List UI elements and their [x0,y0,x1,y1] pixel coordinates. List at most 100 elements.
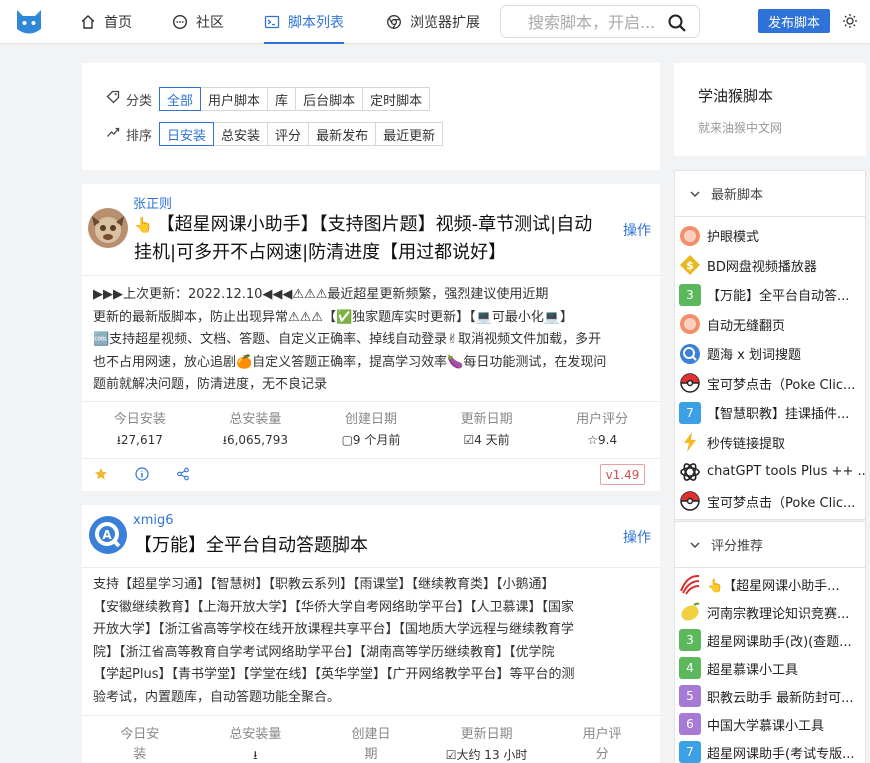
stat-rating: 用户评分 ☆9.4 [544,410,660,450]
sidebar-item-label: chatGPT tools Plus ++ ... [707,464,865,480]
sort-chip-daily-installs[interactable]: 日安装 [159,122,215,146]
sort-chip-total-installs[interactable]: 总安装 [213,122,269,146]
nav-community[interactable]: 社区 [172,0,224,44]
site-banner-subtitle: 就来油猴中文网 [698,121,783,135]
latest-scripts-heading: 最新脚本 [711,188,764,203]
sidebar-item-rated[interactable]: 3 超星网课助手(改)(查题... [675,626,865,654]
share-icon[interactable] [176,467,190,485]
script-title-link[interactable]: 👆 【超星网课小助手】【支持图片题】视频-章节测试|自动挂机|可多开不占网速|防清… [134,211,606,267]
stat-value: ☑大约 13 小时 [445,748,528,762]
info-icon[interactable] [135,467,149,485]
category-chip-library[interactable]: 库 [267,87,297,111]
sidebar-item-label: 职教云助手 最新防封可... [707,690,854,706]
sidebar-item-latest[interactable]: 护眼模式 [675,221,865,251]
category-chip-all[interactable]: 全部 [159,87,202,111]
rated-scripts-header[interactable]: 评分推荐 [675,522,865,568]
number-badge-icon: 7 [679,741,701,763]
script-card: 张正则 👆 【超星网课小助手】【支持图片题】视频-章节测试|自动挂机|可多开不占网… [82,184,660,491]
chevron-down-icon [689,539,701,551]
pointing-hand-icon: 👆 [134,216,153,234]
sidebar-item-label: 题海 x 划词搜题 [707,348,801,364]
rated-scripts-heading: 评分推荐 [711,539,764,554]
search-box[interactable] [500,5,700,38]
description-line: 更新的最新版脚本，防止出现异常⚠⚠⚠【✅独家题库实时更新】【💻可最小化💻】 [93,309,574,325]
sidebar-item-latest[interactable]: 自动无缝翻页 [675,310,865,340]
category-chip-userscript[interactable]: 用户脚本 [200,87,269,111]
stat-label: 今日安装 [113,412,166,427]
author-avatar-image [88,208,128,248]
script-title: 【超星网课小助手】【支持图片题】视频-章节测试|自动挂机|可多开不占网速|防清进… [134,214,593,263]
site-logo[interactable] [14,7,44,41]
sidebar-item-rated[interactable]: 河南宗教理论知识竞赛... [675,598,865,626]
category-filter-row: 分类 全部 用户脚本 库 后台脚本 定时脚本 [106,87,431,111]
stat-label: 用户评分 [576,412,629,427]
sort-chip-rating[interactable]: 评分 [267,122,310,146]
script-card: xmig6 A 【万能】全平台自动答题脚本 操作 支持【超星学习通】【智慧树】【… [82,505,660,763]
trend-up-icon [106,125,120,143]
sidebar-item-label: 秒传链接提取 [707,436,786,452]
sidebar-item-rated[interactable]: 👆【超星网课小助手... [675,570,865,598]
operation-button[interactable]: 操作 [623,220,651,240]
avatar[interactable] [88,208,128,248]
publish-script-button[interactable]: 发布脚本 [758,9,830,33]
search-input[interactable] [528,12,658,32]
sidebar-item-rated[interactable]: 6 中国大学慕课小工具 [675,710,865,738]
number-badge-icon: 4 [679,657,701,679]
stat-label: 总安装量 [229,412,282,427]
sidebar-item-rated[interactable]: 5 职教云助手 最新防封可... [675,682,865,710]
number-badge-icon: 6 [679,713,701,735]
sidebar-item-rated[interactable]: 7 超星网课助手(考试专版... [675,738,865,763]
number-badge-icon: 5 [679,685,701,707]
sidebar-item-latest[interactable]: 3 【万能】全平台自动答... [675,280,865,310]
search-badge-avatar-image: A [89,516,127,554]
sidebar-item-latest[interactable]: 宝可梦点击（Poke Clic... [675,369,865,399]
sidebar-item-latest[interactable]: 题海 x 划词搜题 [675,339,865,369]
divider [82,275,660,276]
number-badge-icon: 3 [679,283,701,306]
sidebar-item-label: 河南宗教理论知识竞赛... [707,606,850,622]
sidebar-item-latest[interactable]: 7 【智慧职教】挂课插件... [675,398,865,428]
sort-chip-newest[interactable]: 最新发布 [308,122,377,146]
star-favorite-icon[interactable] [94,467,108,485]
author-link[interactable]: xmig6 [133,513,174,528]
sidebar-item-latest[interactable]: 宝可梦点击（Poke Clic... [675,487,865,517]
latest-scripts-header[interactable]: 最新脚本 [675,171,865,217]
theme-toggle-sun-icon[interactable] [842,13,858,33]
stat-label: 更新日期 [460,412,513,427]
number-badge-icon: 3 [679,629,701,651]
sidebar-item-label: 自动无缝翻页 [707,318,786,334]
nav-home-label: 首页 [104,15,132,31]
stat-rating: 用户评分 [544,725,660,763]
pokeball-icon [679,490,701,512]
nav-extensions[interactable]: 浏览器扩展 [386,0,480,44]
stat-value: ⭳ [253,748,258,762]
stat-value: ☑4 天前 [463,433,510,447]
nav-scripts[interactable]: 脚本列表 [264,0,344,44]
sort-filter-row: 排序 日安装 总安装 评分 最新发布 最近更新 [106,122,444,146]
avatar[interactable]: A [88,515,128,555]
top-nav-bar: 首页 社区 脚本列表 浏览器扩展 发布脚本 [0,0,870,44]
script-title-link[interactable]: 【万能】全平台自动答题脚本 [134,532,606,560]
chaoxing-icon [679,573,701,595]
lemon-icon [679,601,701,623]
sort-chip-updated[interactable]: 最近更新 [375,122,444,146]
stat-daily-installs: 今日安装 ⭳27,617 [82,410,198,450]
sidebar-item-latest[interactable]: 秒传链接提取 [675,428,865,458]
category-chip-background[interactable]: 后台脚本 [295,87,364,111]
stat-value: ⭳27,617 [116,433,163,447]
site-banner[interactable]: 学油猴脚本 就来油猴中文网 [674,63,866,156]
sidebar-item-latest[interactable]: $ BD网盘视频播放器 [675,251,865,281]
operation-button[interactable]: 操作 [623,527,651,547]
sidebar-item-rated[interactable]: 4 超星慕课小工具 [675,654,865,682]
nav-home[interactable]: 首页 [80,0,132,44]
stat-total-installs: 总安装量 ⭳6,065,793 [198,410,314,450]
sidebar-item-latest[interactable]: chatGPT tools Plus ++ ... [675,457,865,487]
search-icon[interactable] [667,13,687,37]
nav-scripts-label: 脚本列表 [288,15,344,31]
author-link[interactable]: 张正则 [133,193,172,212]
category-chip-scheduled[interactable]: 定时脚本 [362,87,431,111]
divider [82,401,660,402]
filter-panel: 分类 全部 用户脚本 库 后台脚本 定时脚本 排序 日安装 总安装 评分 最新发… [82,63,660,170]
description-line: 【安徽继续教育】【上海开放大学】【华侨大学自考网络助学平台】【人卫慕课】【国家 [93,599,575,615]
stat-updated-date: 更新日期 ☑大约 13 小时 [429,725,545,763]
